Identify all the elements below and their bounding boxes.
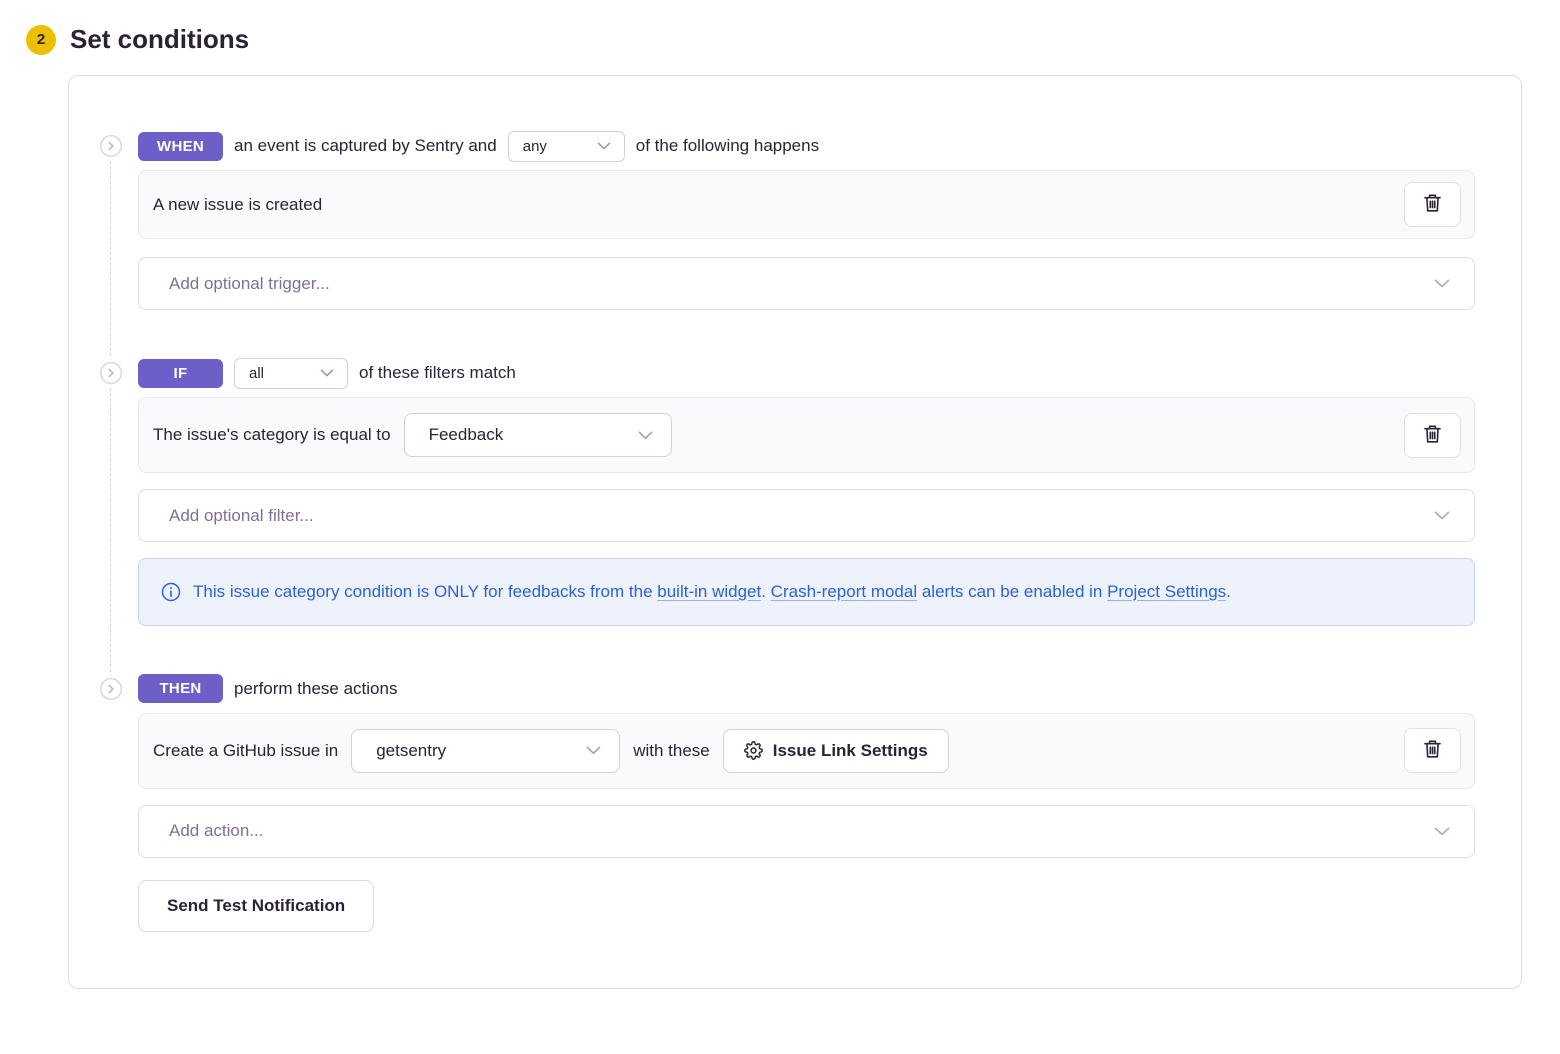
if-badge: IF (138, 359, 223, 388)
then-heading: THEN perform these actions (138, 674, 1475, 704)
trash-icon (1423, 739, 1442, 762)
chevron-down-icon (1434, 279, 1450, 288)
when-match-select[interactable]: any (508, 131, 625, 162)
project-settings-link[interactable]: Project Settings (1107, 582, 1226, 601)
add-filter-dropdown[interactable]: Add optional filter... (138, 489, 1475, 542)
issue-category-info-alert: This issue category condition is ONLY fo… (138, 558, 1475, 626)
action-repo-select[interactable]: getsentry (351, 729, 620, 773)
info-icon (161, 578, 181, 606)
info-alert-between-1: . (761, 582, 770, 601)
delete-trigger-button[interactable] (1404, 182, 1461, 227)
then-step: THEN perform these actions Create a GitH… (69, 674, 1475, 932)
chevron-down-icon (1434, 827, 1450, 836)
when-match-select-value: any (523, 138, 547, 155)
add-trigger-dropdown[interactable]: Add optional trigger... (138, 257, 1475, 310)
if-step: IF all of these filters match The issue'… (69, 358, 1475, 626)
if-heading: IF all of these filters match (138, 358, 1475, 388)
then-badge: THEN (138, 674, 223, 703)
chevron-down-icon (320, 369, 334, 377)
chevron-down-icon (638, 431, 653, 440)
chevron-down-icon (586, 746, 601, 755)
send-test-notification-button[interactable]: Send Test Notification (138, 880, 374, 932)
add-filter-placeholder: Add optional filter... (169, 506, 314, 526)
add-action-dropdown[interactable]: Add action... (138, 805, 1475, 858)
trigger-row: A new issue is created (138, 170, 1475, 239)
issue-link-settings-label: Issue Link Settings (773, 741, 928, 761)
when-step: WHEN an event is captured by Sentry and … (69, 131, 1475, 310)
filter-value-select[interactable]: Feedback (404, 413, 672, 457)
chevron-down-icon (597, 142, 611, 150)
chevron-right-circle-icon[interactable] (100, 678, 122, 700)
action-label-before: Create a GitHub issue in (153, 741, 338, 761)
chevron-right-circle-icon[interactable] (100, 135, 122, 157)
if-step-gutter (69, 358, 138, 626)
page-title: Set conditions (70, 24, 249, 55)
info-alert-text: This issue category condition is ONLY fo… (193, 578, 1231, 606)
add-action-placeholder: Add action... (169, 821, 264, 841)
built-in-widget-link[interactable]: built-in widget (657, 582, 761, 601)
if-text-after: of these filters match (359, 363, 516, 383)
when-text-before: an event is captured by Sentry and (234, 136, 497, 156)
chevron-right-circle-icon[interactable] (100, 362, 122, 384)
delete-filter-button[interactable] (1404, 413, 1461, 458)
if-match-select[interactable]: all (234, 358, 348, 389)
action-label-after: with these (633, 741, 710, 761)
then-heading-text: perform these actions (234, 679, 397, 699)
then-step-gutter (69, 674, 138, 932)
step-number-badge: 2 (26, 25, 56, 55)
filter-label: The issue's category is equal to (153, 425, 391, 445)
crash-report-modal-link[interactable]: Crash-report modal (771, 582, 917, 601)
chevron-down-icon (1434, 511, 1450, 520)
if-match-select-value: all (249, 365, 264, 382)
trigger-label: A new issue is created (153, 195, 322, 215)
conditions-panel: WHEN an event is captured by Sentry and … (68, 75, 1522, 989)
when-heading: WHEN an event is captured by Sentry and … (138, 131, 1475, 161)
trash-icon (1423, 193, 1442, 216)
when-step-gutter (69, 131, 138, 310)
filter-value-select-value: Feedback (429, 425, 504, 445)
info-alert-prefix: This issue category condition is ONLY fo… (193, 582, 657, 601)
trash-icon (1423, 424, 1442, 447)
when-text-after: of the following happens (636, 136, 819, 156)
info-alert-between-2: alerts can be enabled in (917, 582, 1107, 601)
info-alert-suffix: . (1226, 582, 1231, 601)
page-header: 2 Set conditions (0, 0, 1560, 55)
issue-link-settings-button[interactable]: Issue Link Settings (723, 729, 949, 773)
action-repo-select-value: getsentry (376, 741, 446, 761)
add-trigger-placeholder: Add optional trigger... (169, 274, 330, 294)
action-row: Create a GitHub issue in getsentry with … (138, 713, 1475, 789)
delete-action-button[interactable] (1404, 728, 1461, 773)
gear-icon (744, 741, 763, 760)
when-badge: WHEN (138, 132, 223, 161)
filter-row: The issue's category is equal to Feedbac… (138, 397, 1475, 473)
